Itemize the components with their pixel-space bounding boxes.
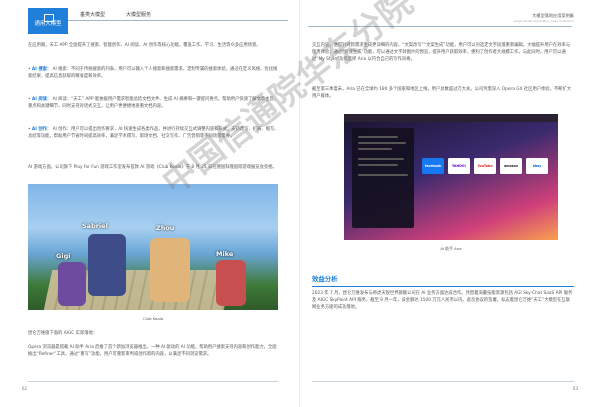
image-caption: Club Koala [142, 316, 164, 321]
right-page: 大模型落地应用案例集 Large Model Application Case … [300, 0, 600, 407]
paragraph: Opera 浏览器是搭载 AI 助手 Aria 后推了首个新加浏览器推出，一种 … [28, 345, 277, 358]
paragraph: AI 游戏方面，公司旗下 Play for Fun 游戏工作室发布首款 AI 游… [28, 165, 277, 170]
bullet-lead: AI 阅读： [31, 97, 52, 102]
game-name-tag: Sabriel [82, 222, 108, 230]
game-screenshot: Sabriel Zhou Gigi Mike [28, 184, 278, 310]
bullet-text: AI 创作：用户可以提出创作要求，AI 快速生成各类作品，并进行持续交互式调整内… [28, 127, 279, 140]
browser-toolbar [344, 114, 558, 122]
game-character [58, 262, 86, 306]
section-tab-label: 通用大模型 [34, 21, 62, 27]
speed-dial-youtube[interactable]: YouTube [474, 158, 496, 174]
speed-dial-yahoo[interactable]: YAHOO! [448, 158, 470, 174]
page-number: 62 [22, 386, 28, 391]
game-name-tag: Mike [216, 250, 234, 258]
chat-text-line [358, 136, 398, 138]
left-page: 通用大模型 垂类大模型 大模型服务 在应用端，天工 APP 全面提升了搜索、智能… [0, 0, 300, 407]
paragraph: 交互内容，便可针对新需求生成更详细的内容，“文案改写”“文案生成”功能，用户可以… [312, 43, 571, 63]
bullet-ai-reading: • AI 阅读： AI 阅读：“天工” APP 能依据用户需求智能总结文档文件、… [28, 97, 279, 110]
document-spread: 通用大模型 垂类大模型 大模型服务 在应用端，天工 APP 全面提升了搜索、智能… [0, 0, 600, 407]
chat-text-line [358, 142, 406, 144]
paragraph: 截至第三季度末，Aria 已在全球约 180 多个国家和地区上线，用户总数超过万… [312, 87, 572, 100]
game-character [88, 234, 126, 296]
paragraph: 在应用端，天工 APP 全面提升了搜索、智能创作、AI 阅读、AI 创作等核心功… [28, 43, 261, 48]
game-character [150, 238, 190, 302]
bullet-lead: AI 创作： [31, 127, 52, 132]
chat-text-line [358, 158, 404, 160]
footer-divider [28, 381, 278, 382]
image-caption: AI 助手 Aria [440, 246, 462, 251]
chat-text-line [358, 148, 392, 150]
page-number: 63 [572, 386, 578, 391]
game-name-tag: Gigi [56, 252, 71, 260]
bullet-text: AI 阅读：“天工” APP 能依据用户需求智能总结文档文件、生成 AI 摘要和… [28, 97, 279, 110]
speed-dial-facebook[interactable]: facebook [422, 158, 444, 174]
speed-dial-amazon[interactable]: amazon [500, 158, 522, 174]
browser-screenshot: facebook YAHOO! YouTube amazon ebay [344, 114, 558, 240]
header-divider [308, 26, 572, 27]
footer-divider [312, 381, 574, 382]
header-divider [68, 20, 288, 21]
bullet-ai-creation: • AI 创作： AI 创作：用户可以提出创作要求，AI 快速生成各类作品，并进… [28, 127, 279, 140]
section-tab[interactable]: 通用大模型 [28, 8, 68, 34]
paragraph: 昆仑万维旗下面的 AIGC 实际落地： [28, 331, 98, 336]
browser-window: facebook YAHOO! YouTube amazon ebay [344, 114, 558, 240]
nav-model-services[interactable]: 大模型服务 [126, 11, 151, 18]
section-title: 效益分析 [312, 275, 338, 283]
bullet-lead: AI 搜索： [31, 67, 52, 72]
aria-chat-panel [352, 128, 414, 228]
game-character [216, 260, 246, 306]
bullet-ai-search: • AI 搜索： AI 搜索：不同于传统搜索的列表，用户可以输入个人搜索和搜索需… [28, 67, 278, 80]
chat-text-line [358, 164, 398, 166]
bullet-text: AI 搜索：不同于传统搜索的列表，用户可以输入个人搜索和搜索需求，定制专属的搜索… [28, 67, 278, 80]
section-divider [312, 286, 574, 287]
chat-text-line [358, 174, 408, 176]
game-name-tag: Zhou [156, 224, 175, 232]
nav-vertical-models[interactable]: 垂类大模型 [80, 11, 105, 18]
paragraph: 2023 年 7 月，昆仑万维发布与奇虎天锐世界旗舰公司在 AI 业务方面达成合… [312, 291, 573, 311]
speed-dial-ebay[interactable]: ebay [526, 158, 548, 174]
running-header-subtitle: Large Model Application Case Collection [513, 19, 574, 23]
